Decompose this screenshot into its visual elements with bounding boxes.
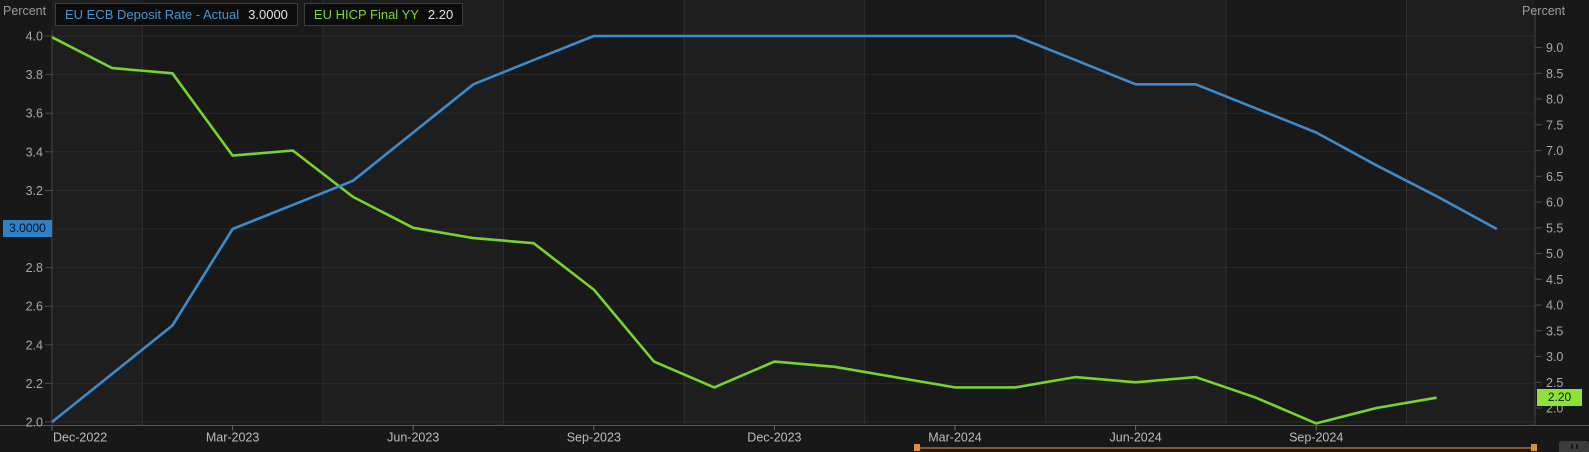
scrollbar-left-handle[interactable] (914, 444, 920, 451)
right-axis-tick-label: 7.5 (1546, 118, 1563, 132)
left-axis-tick-label: 3.8 (26, 68, 43, 82)
right-axis-tick-label: 4.0 (1546, 299, 1563, 313)
left-axis-tick-label: 3.6 (26, 107, 43, 121)
right-axis-tick-label: 6.0 (1546, 196, 1563, 210)
x-axis-tick-label: Sep-2023 (567, 431, 621, 445)
left-axis-tick-label: 2.4 (26, 338, 43, 352)
legend-series-value: 3.0000 (248, 7, 288, 22)
x-axis-tick-label: Jun-2023 (387, 431, 439, 445)
legend-item-hicp[interactable]: EU HICP Final YY 2.20 (304, 3, 463, 26)
left-axis-tick-label: 2.8 (26, 261, 43, 275)
x-axis-tick-label: Mar-2023 (206, 431, 260, 445)
right-axis-tick-label: 8.0 (1546, 93, 1563, 107)
legend-series-name: EU ECB Deposit Rate - Actual (65, 7, 239, 22)
x-axis-tick-label: Mar-2024 (928, 431, 982, 445)
x-axis-tick-label: Dec-2022 (53, 431, 107, 445)
right-axis-tick-label: 3.0 (1546, 350, 1563, 364)
left-axis-unit-label: Percent (3, 4, 46, 18)
right-axis-tick-label: 7.0 (1546, 144, 1563, 158)
left-axis-tick-label: 2.0 (26, 416, 43, 430)
right-axis-tick-label: 9.0 (1546, 41, 1563, 55)
x-axis-tick-label: Jun-2024 (1110, 431, 1162, 445)
plot-band (1407, 0, 1536, 426)
legend-item-ecb-deposit-rate[interactable]: EU ECB Deposit Rate - Actual 3.0000 (55, 3, 298, 26)
plot-band (1226, 0, 1407, 426)
x-axis-tick-label: Sep-2024 (1289, 431, 1343, 445)
plot-band (323, 0, 504, 426)
right-axis-current-value-badge: 2.20 (1537, 389, 1582, 406)
left-axis-tick-label: 3.2 (26, 184, 43, 198)
left-axis-tick-label: 3.4 (26, 145, 43, 159)
right-axis-tick-label: 2.5 (1546, 376, 1563, 390)
left-axis-current-value-badge: 3.0000 (3, 220, 52, 237)
right-axis-tick-label: 3.5 (1546, 324, 1563, 338)
right-axis-tick-label: 5.0 (1546, 247, 1563, 261)
x-axis-tick-label: Dec-2023 (747, 431, 801, 445)
chart-window: Percent Percent 4.0 3.8 3.6 3.4 3.2 2.8 2.6 2.4… (0, 0, 1589, 452)
plot-band (142, 0, 323, 426)
legend-series-name: EU HICP Final YY (314, 7, 419, 22)
right-axis-unit-label: Percent (1522, 4, 1565, 18)
left-axis-tick-label: 2.2 (26, 377, 43, 391)
left-axis-tick-label: 4.0 (26, 30, 43, 44)
right-axis-tick-label: 8.5 (1546, 67, 1563, 81)
legend: EU ECB Deposit Rate - Actual 3.0000 EU H… (55, 3, 463, 26)
plot-band (865, 0, 1046, 426)
chart-plot-area: 4.0 3.8 3.6 3.4 3.2 2.8 2.6 2.4 2.2 2.0 9.0 8.5 8.0 7… (0, 0, 1589, 452)
left-axis-tick-label: 2.6 (26, 300, 43, 314)
legend-series-value: 2.20 (428, 7, 453, 22)
chart-resize-handle-button[interactable] (1559, 441, 1589, 452)
right-axis-tick-label: 5.5 (1546, 221, 1563, 235)
plot-band (1045, 0, 1226, 426)
right-axis-tick-label: 6.5 (1546, 170, 1563, 184)
time-range-scrollbar[interactable] (917, 447, 1537, 449)
right-axis-tick-label: 4.5 (1546, 273, 1563, 287)
scrollbar-right-handle[interactable] (1531, 444, 1537, 451)
